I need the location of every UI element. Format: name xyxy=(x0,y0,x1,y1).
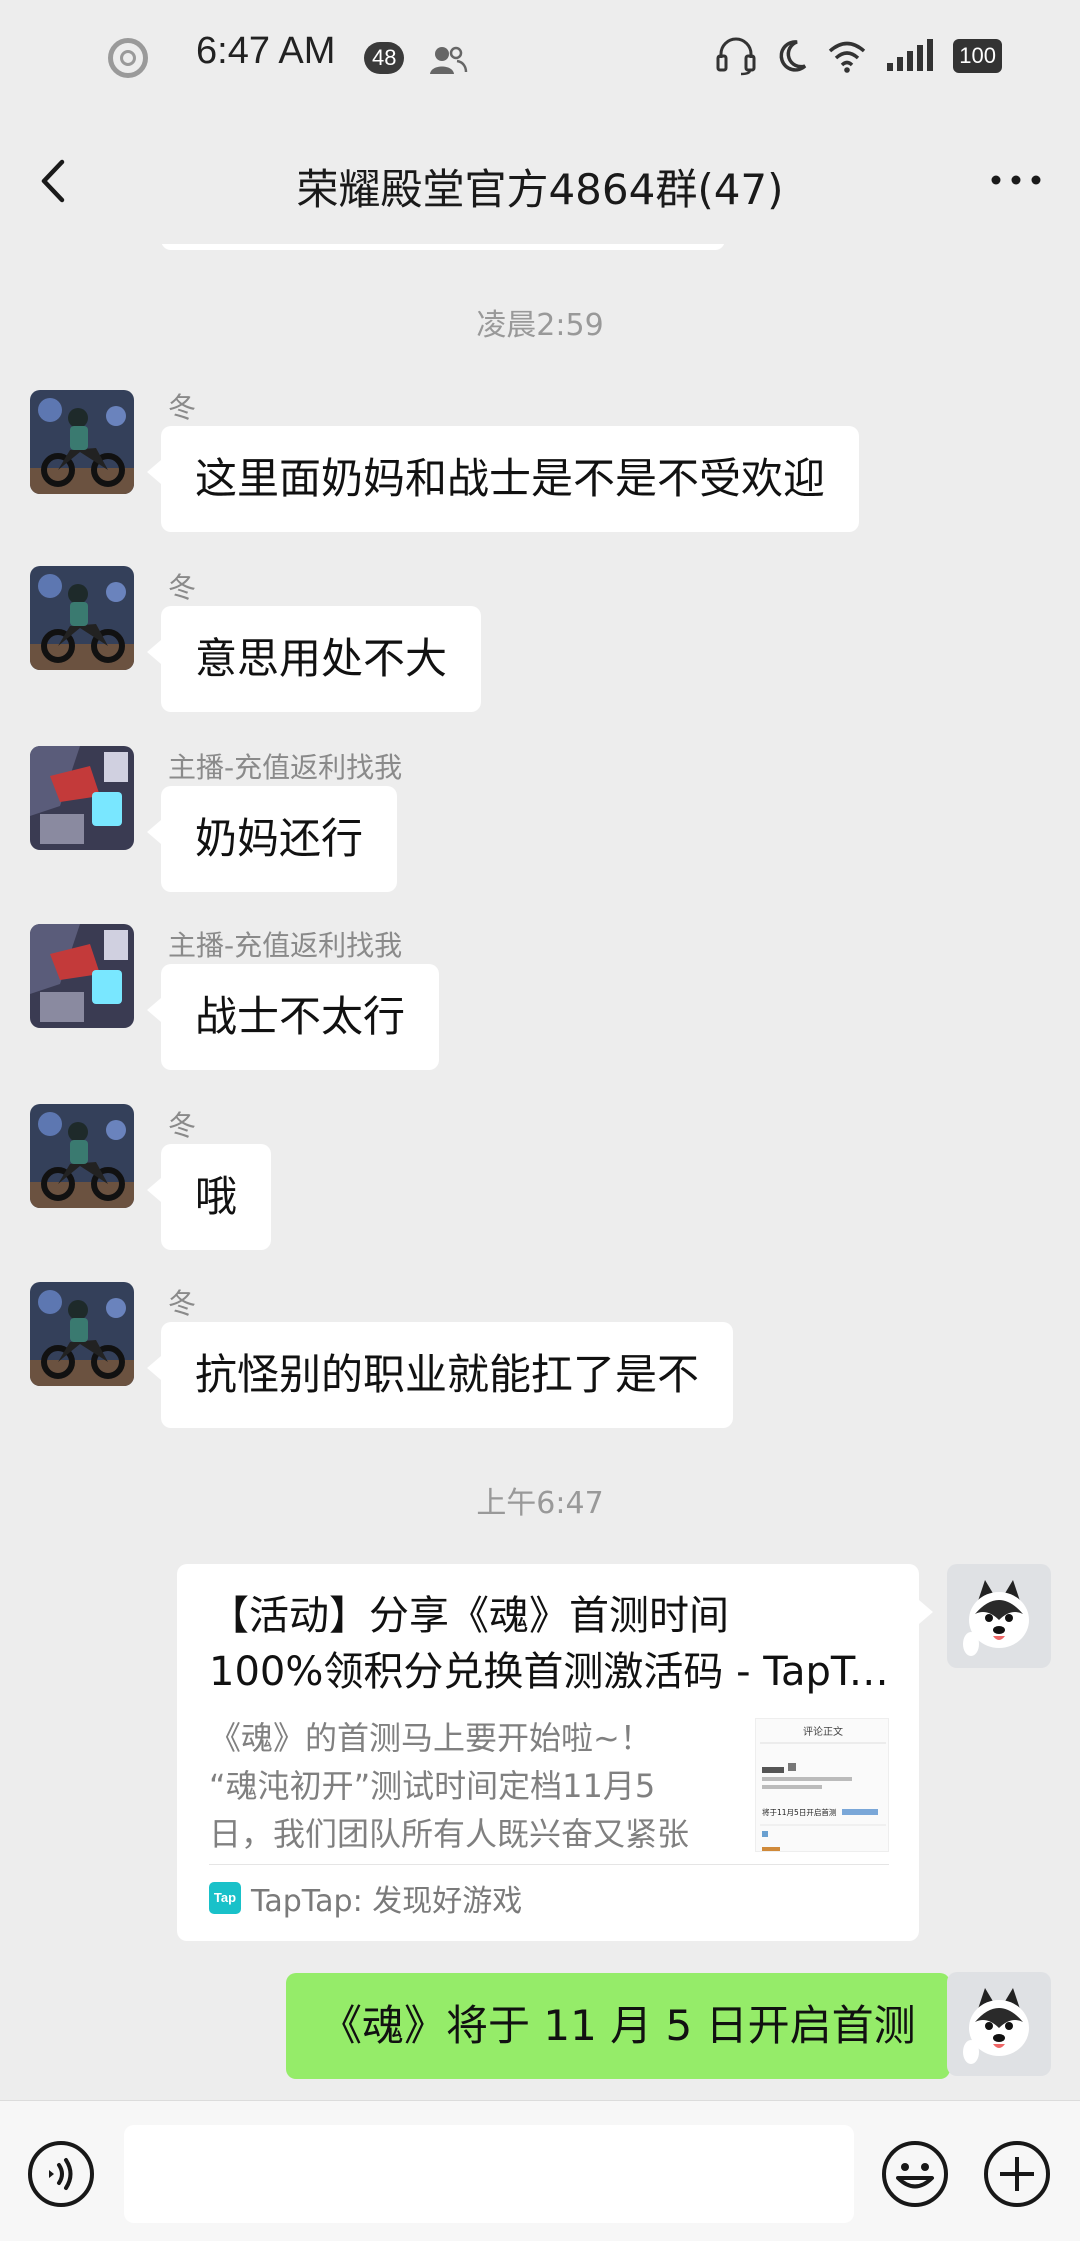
previous-message-bubble xyxy=(161,244,725,250)
message-bubble[interactable]: 哦 xyxy=(146,1144,272,1250)
message-list[interactable]: 凌晨2:59 冬 这里面奶妈和战士是不是不受欢迎 冬 意思用处不大 主播-充值返… xyxy=(0,244,1080,2100)
message-item: 冬 抗怪别的职业就能扛了是不 xyxy=(30,1282,1050,1432)
message-item: 主播-充值返利找我 战士不太行 xyxy=(30,924,1050,1074)
sender-name: 主播-充值返利找我 xyxy=(168,751,403,784)
my-message-bubble[interactable]: 《魂》将于 11 月 5 日开启首测 xyxy=(286,1973,964,2079)
husky-dog-avatar-icon xyxy=(947,1564,1051,1668)
taptap-logo-icon: Tap xyxy=(209,1882,241,1914)
emoji-icon[interactable] xyxy=(880,2139,950,2209)
link-card-source: Tap TapTap: 发现好游戏 xyxy=(209,1876,522,1920)
wifi-icon xyxy=(829,41,866,73)
link-card-source-label: TapTap: 发现好游戏 xyxy=(251,1884,523,1919)
signal-icon xyxy=(887,39,934,71)
sender-name: 冬 xyxy=(168,1109,197,1142)
mecha-robot-avatar-icon xyxy=(30,924,134,1028)
link-card-title-line: 100%领积分兑换首测激活码 - TapTap xyxy=(209,1649,889,1695)
sender-name: 冬 xyxy=(168,1287,197,1320)
message-input[interactable] xyxy=(124,2125,854,2223)
my-avatar[interactable] xyxy=(947,1564,1051,1668)
chat-header: 荣耀殿堂官方4864群(47) xyxy=(0,120,1080,244)
sender-name: 冬 xyxy=(168,391,197,424)
message-item: 冬 这里面奶妈和战士是不是不受欢迎 xyxy=(30,386,1050,536)
avatar[interactable] xyxy=(30,566,134,670)
battery-icon: 100 xyxy=(953,39,1002,73)
do-not-disturb-ring-icon xyxy=(108,38,148,78)
link-card-title: 【活动】分享《魂》首测时间 100%领积分兑换首测激活码 - TapTap xyxy=(209,1588,889,1700)
link-card-title-line: 【活动】分享《魂》首测时间 xyxy=(209,1593,729,1639)
sender-name: 冬 xyxy=(168,571,197,604)
message-bubble[interactable]: 意思用处不大 xyxy=(146,606,482,712)
my-avatar[interactable] xyxy=(947,1972,1051,2076)
link-card-divider xyxy=(209,1864,889,1865)
plus-icon[interactable] xyxy=(982,2139,1052,2209)
notification-count-badge: 48 xyxy=(364,42,405,74)
page-title: 荣耀殿堂官方4864群(47) xyxy=(296,165,784,214)
avatar[interactable] xyxy=(30,924,134,1028)
message-bubble[interactable]: 战士不太行 xyxy=(146,964,440,1070)
article-preview-thumbnail-icon: 评论正文 将于11月5日开启首测 xyxy=(756,1719,888,1851)
husky-dog-avatar-icon xyxy=(947,1972,1051,2076)
thumb-line: 将于11月5日开启首测 xyxy=(762,1807,836,1817)
input-bar xyxy=(0,2100,1080,2241)
motorcycle-rider-avatar-icon xyxy=(30,1282,134,1386)
headset-icon xyxy=(716,37,756,76)
motorcycle-rider-avatar-icon xyxy=(30,390,134,494)
message-bubble[interactable]: 抗怪别的职业就能扛了是不 xyxy=(146,1322,734,1428)
link-card[interactable]: 【活动】分享《魂》首测时间 100%领积分兑换首测激活码 - TapTap 《魂… xyxy=(177,1564,933,1941)
message-bubble[interactable]: 这里面奶妈和战士是不是不受欢迎 xyxy=(146,426,860,532)
avatar[interactable] xyxy=(30,746,134,850)
sender-name: 主播-充值返利找我 xyxy=(168,929,403,962)
message-item: 冬 意思用处不大 xyxy=(30,566,1050,716)
voice-icon[interactable] xyxy=(26,2139,96,2209)
contacts-icon xyxy=(430,46,468,74)
message-item: 冬 哦 xyxy=(30,1104,1050,1254)
moon-icon xyxy=(779,40,807,72)
avatar[interactable] xyxy=(30,390,134,494)
link-card-thumbnail: 评论正文 将于11月5日开启首测 xyxy=(755,1718,889,1852)
status-bar: 6:47 AM 48 100 xyxy=(0,0,1080,120)
link-card-desc-line: 日，我们团队所有人既兴奋又紧张 xyxy=(209,1815,690,1853)
timestamp-separator: 凌晨2:59 xyxy=(476,308,604,343)
timestamp-separator: 上午6:47 xyxy=(476,1486,604,1521)
more-dots-icon[interactable] xyxy=(986,160,1046,200)
avatar[interactable] xyxy=(30,1104,134,1208)
status-time: 6:47 AM xyxy=(196,30,336,72)
message-item: 主播-充值返利找我 奶妈还行 xyxy=(30,746,1050,896)
message-bubble[interactable]: 奶妈还行 xyxy=(146,786,398,892)
motorcycle-rider-avatar-icon xyxy=(30,566,134,670)
thumb-header: 评论正文 xyxy=(803,1725,843,1738)
link-card-description: 《魂》的首测马上要开始啦~！ “魂沌初开”测试时间定档11月5 日，我们团队所有… xyxy=(209,1714,729,1858)
link-card-desc-line: 《魂》的首测马上要开始啦~！ xyxy=(209,1719,652,1757)
link-card-desc-line: “魂沌初开”测试时间定档11月5 xyxy=(209,1767,656,1805)
mecha-robot-avatar-icon xyxy=(30,746,134,850)
motorcycle-rider-avatar-icon xyxy=(30,1104,134,1208)
avatar[interactable] xyxy=(30,1282,134,1386)
